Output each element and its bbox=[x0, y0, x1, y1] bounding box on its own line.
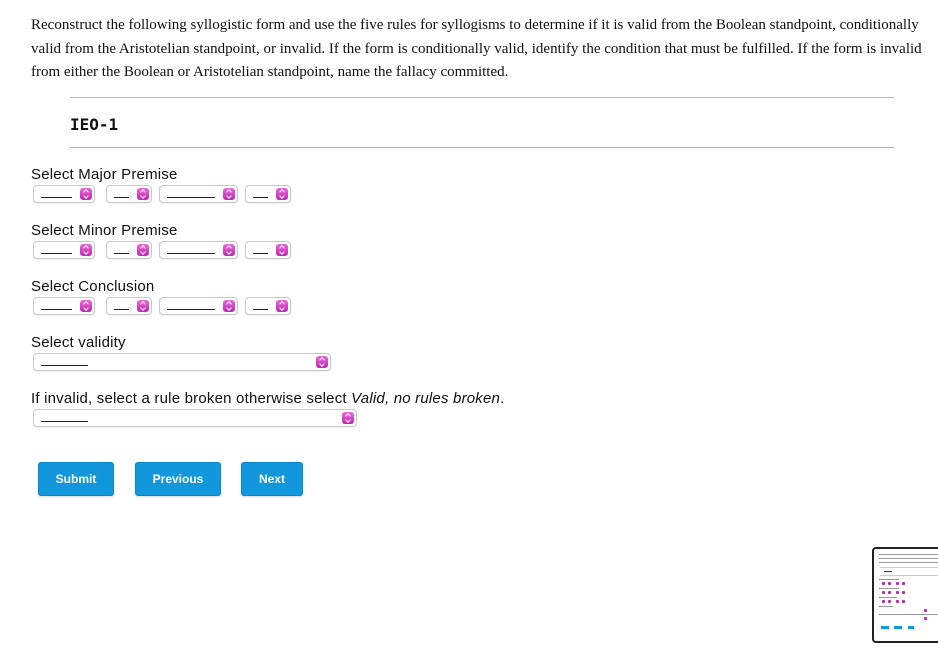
chevron-updown-icon bbox=[137, 188, 149, 200]
conclusion-label: Select Conclusion bbox=[31, 278, 155, 295]
validity-select[interactable] bbox=[33, 353, 331, 371]
next-button[interactable]: Next bbox=[241, 462, 303, 496]
submit-button[interactable]: Submit bbox=[38, 462, 114, 496]
chevron-updown-icon bbox=[223, 300, 235, 312]
rule-label-text: If invalid, select a rule broken otherwi… bbox=[31, 390, 352, 407]
chevron-updown-icon bbox=[223, 188, 235, 200]
major-subject-select[interactable] bbox=[106, 185, 152, 203]
chevron-updown-icon bbox=[276, 244, 288, 256]
page-thumbnail[interactable] bbox=[872, 547, 938, 643]
form-code-title: IEO-1 bbox=[70, 115, 119, 134]
divider-top bbox=[70, 97, 894, 98]
minor-premise-label: Select Minor Premise bbox=[31, 222, 178, 239]
chevron-updown-icon bbox=[276, 300, 288, 312]
minor-predicate-select[interactable] bbox=[245, 241, 291, 259]
conclusion-subject-select[interactable] bbox=[106, 297, 152, 315]
rule-select[interactable] bbox=[33, 409, 357, 427]
previous-button[interactable]: Previous bbox=[135, 462, 221, 496]
chevron-updown-icon bbox=[80, 188, 92, 200]
major-premise-label: Select Major Premise bbox=[31, 166, 178, 183]
conclusion-predicate-select[interactable] bbox=[245, 297, 291, 315]
chevron-updown-icon bbox=[316, 356, 328, 368]
conclusion-quantifier-select[interactable] bbox=[33, 297, 95, 315]
conclusion-copula-select[interactable] bbox=[159, 297, 238, 315]
rule-label-period: . bbox=[500, 390, 505, 407]
minor-copula-select[interactable] bbox=[159, 241, 238, 259]
chevron-updown-icon bbox=[137, 300, 149, 312]
minor-quantifier-select[interactable] bbox=[33, 241, 95, 259]
rule-label: If invalid, select a rule broken otherwi… bbox=[31, 390, 504, 407]
chevron-updown-icon bbox=[80, 300, 92, 312]
chevron-updown-icon bbox=[223, 244, 235, 256]
instructions-text: Reconstruct the following syllogistic fo… bbox=[31, 17, 922, 80]
minor-subject-select[interactable] bbox=[106, 241, 152, 259]
rule-label-emphasis: Valid, no rules broken bbox=[351, 390, 501, 407]
chevron-updown-icon bbox=[276, 188, 288, 200]
major-copula-select[interactable] bbox=[159, 185, 238, 203]
divider-bottom bbox=[70, 147, 894, 148]
major-predicate-select[interactable] bbox=[245, 185, 291, 203]
chevron-updown-icon bbox=[80, 244, 92, 256]
chevron-updown-icon bbox=[137, 244, 149, 256]
major-quantifier-select[interactable] bbox=[33, 185, 95, 203]
chevron-updown-icon bbox=[342, 412, 354, 424]
validity-label: Select validity bbox=[31, 334, 126, 351]
